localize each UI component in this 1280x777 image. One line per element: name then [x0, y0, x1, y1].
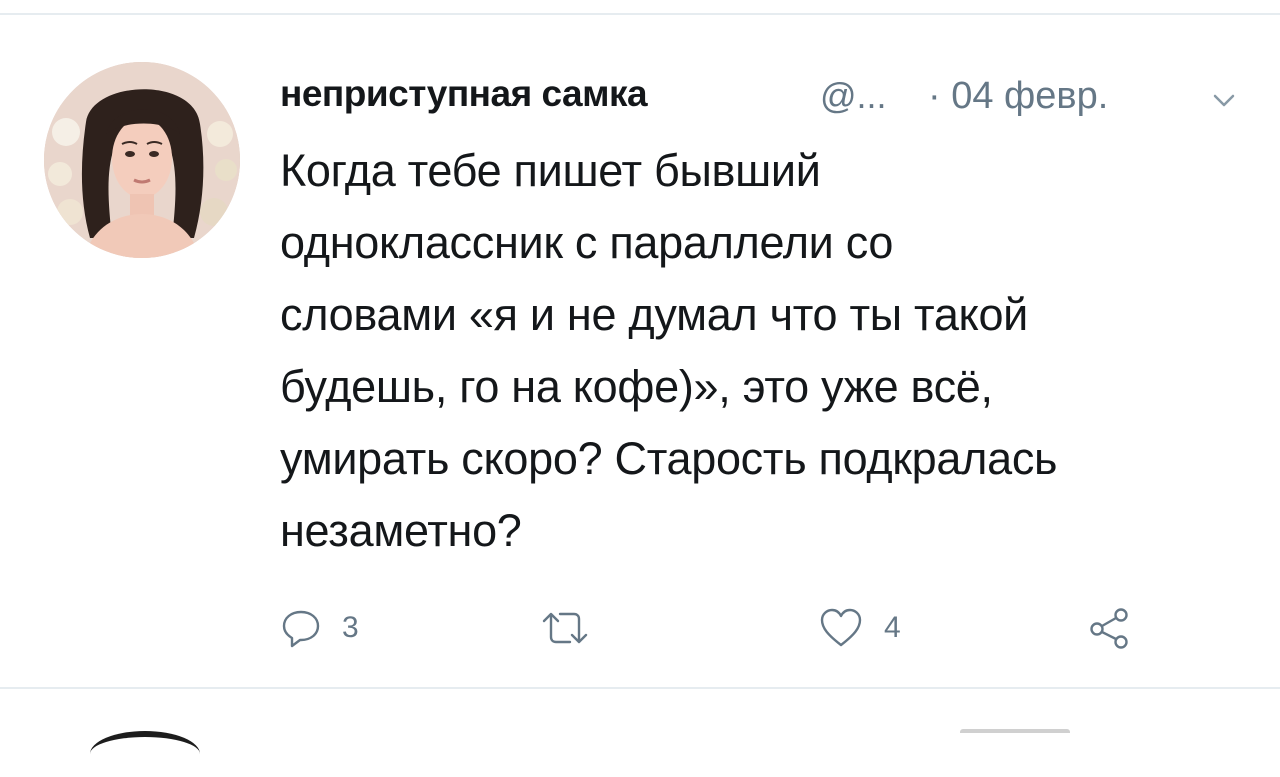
share-icon	[1090, 608, 1128, 649]
tweet[interactable]: неприступная самка @... · 04 февр. Когда…	[0, 15, 1280, 687]
heart-icon	[820, 608, 862, 647]
tweet-date[interactable]: · 04 февр.	[928, 75, 1108, 118]
like-button[interactable]: 4	[818, 603, 901, 653]
next-header	[960, 729, 1070, 743]
tweet-header: неприступная самка @... · 04 февр.	[280, 71, 1260, 127]
user-handle[interactable]: @...	[820, 75, 887, 117]
reply-button[interactable]: 3	[280, 603, 359, 653]
display-name[interactable]: неприступная самка	[280, 73, 648, 115]
reply-icon	[282, 610, 320, 648]
share-button[interactable]	[1088, 603, 1132, 653]
retweet-button[interactable]	[538, 603, 592, 653]
tweet-text: Когда тебе пишет бывший одноклассник с п…	[280, 145, 1058, 556]
retweet-icon	[542, 612, 588, 644]
avatar[interactable]	[44, 62, 240, 258]
tweet-actions: 3 4	[280, 603, 1180, 653]
chevron-down-icon[interactable]	[1209, 85, 1239, 115]
reply-count: 3	[342, 611, 359, 644]
next-avatar[interactable]	[90, 731, 200, 777]
like-count: 4	[884, 611, 901, 644]
next-tweet-partial[interactable]	[0, 689, 1280, 737]
